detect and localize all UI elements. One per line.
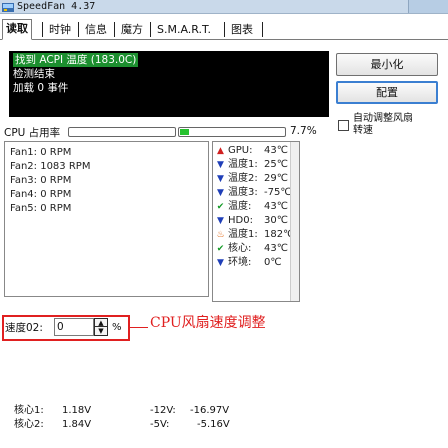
- temperature-list: ▲ GPU: 43℃ ▼ 温度1: 25℃ ▼ 温度2: 29℃ ▼ 温度3: -75℃ ✔ 温度…: [212, 141, 300, 302]
- annotation-connector: [130, 327, 148, 328]
- temp-label: HD0:: [228, 215, 253, 226]
- stepper-down-icon[interactable]: ▼: [95, 327, 107, 335]
- list-item: ▼ HD0: 30℃: [216, 214, 296, 228]
- temp-label: 温度1:: [228, 229, 258, 240]
- cpu-usage-bar-2-fill: [180, 129, 189, 135]
- list-item: ▲ GPU: 43℃: [216, 144, 296, 158]
- minimize-button[interactable]: 最小化: [336, 53, 438, 76]
- auto-fan-speed-label: 自动调整风扇: [353, 113, 413, 124]
- log-line: 加载 0 事件: [13, 82, 69, 94]
- arrow-down-icon: ▼: [217, 216, 224, 226]
- speedfan-app-icon: [2, 3, 14, 12]
- tab-smart[interactable]: S.M.A.R.T.: [154, 21, 214, 39]
- temp-label: 温度:: [228, 201, 252, 212]
- temperature-list-scrollbar[interactable]: [290, 142, 299, 301]
- list-item: Fan5: 0 RPM: [10, 203, 72, 214]
- temp-value: -75℃: [264, 187, 292, 198]
- voltage-value: 1.84V: [62, 419, 92, 430]
- temp-label: GPU:: [228, 145, 253, 156]
- cpu-usage-percent: 7.7%: [290, 125, 317, 137]
- tab-readings[interactable]: 读取: [2, 19, 32, 40]
- tab-strip-border: [0, 39, 448, 40]
- list-item: Fan2: 1083 RPM: [10, 161, 91, 172]
- tab-clock[interactable]: 时钟: [46, 21, 74, 39]
- auto-fan-speed-label-2: 转速: [353, 125, 373, 136]
- log-line: 找到 ACPI 温度 (183.0C): [13, 53, 325, 67]
- temp-label: 温度2:: [228, 173, 258, 184]
- title-bar: SpeedFan 4.37: [0, 0, 448, 14]
- window-controls[interactable]: [408, 0, 448, 13]
- stepper-up-icon[interactable]: ▲: [95, 319, 107, 327]
- voltage-value: -5.16V: [197, 419, 230, 430]
- tab-separator: [114, 22, 115, 37]
- temp-value: 29℃: [264, 173, 288, 184]
- list-item: ✔ 核心: 43℃: [216, 242, 296, 256]
- tab-charts[interactable]: 图表: [228, 21, 256, 39]
- cpu-usage-bar-2: [178, 127, 286, 137]
- voltage-label: 核心2:: [14, 419, 44, 430]
- tab-magic[interactable]: 魔方: [118, 21, 146, 39]
- voltage-value: 1.18V: [62, 405, 92, 416]
- log-line-text: 找到 ACPI 温度 (183.0C): [13, 53, 139, 67]
- temp-value: 43℃: [264, 201, 288, 212]
- arrow-up-icon: ▲: [217, 146, 224, 156]
- fan-speed-list: Fan1: 0 RPM Fan2: 1083 RPM Fan3: 0 RPM F…: [4, 141, 209, 297]
- fan-speed-input[interactable]: 0: [54, 318, 94, 336]
- temp-value: 43℃: [264, 145, 288, 156]
- fan-speed-stepper[interactable]: ▲ ▼: [94, 318, 108, 336]
- temp-label: 温度3:: [228, 187, 258, 198]
- list-item: ▼ 温度2: 29℃: [216, 172, 296, 186]
- temp-value: 43℃: [264, 243, 288, 254]
- arrow-down-icon: ▼: [217, 258, 224, 268]
- speed-control-label: 速度02:: [5, 322, 43, 334]
- temp-value: 25℃: [264, 159, 288, 170]
- event-log: 找到 ACPI 温度 (183.0C) 检测结束 加载 0 事件: [9, 51, 329, 117]
- list-item: Fan4: 0 RPM: [10, 189, 72, 200]
- list-item: ♨ 温度1: 182℃: [216, 228, 296, 242]
- cpu-usage-bar-1: [68, 127, 176, 137]
- tab-info[interactable]: 信息: [82, 21, 110, 39]
- voltage-label: -5V:: [150, 419, 170, 430]
- voltage-label: -12V:: [150, 405, 176, 416]
- check-icon: ✔: [216, 202, 225, 212]
- tab-separator: [42, 22, 43, 37]
- temp-label: 环境:: [228, 257, 252, 268]
- list-item: Fan1: 0 RPM: [10, 147, 72, 158]
- list-item: ▼ 温度1: 25℃: [216, 158, 296, 172]
- arrow-down-icon: ▼: [217, 160, 224, 170]
- tab-separator: [78, 22, 79, 37]
- list-item: ▼ 环境: 0℃: [216, 256, 296, 270]
- fire-icon: ♨: [216, 230, 225, 240]
- temp-value: 0℃: [264, 257, 282, 268]
- arrow-down-icon: ▼: [217, 188, 224, 198]
- list-item: ▼ 温度3: -75℃: [216, 186, 296, 200]
- configure-button[interactable]: 配置: [336, 81, 438, 104]
- voltage-label: 核心1:: [14, 405, 44, 416]
- arrow-down-icon: ▼: [217, 174, 224, 184]
- list-item: ✔ 温度: 43℃: [216, 200, 296, 214]
- tab-separator: [224, 22, 225, 37]
- speed-unit: %: [112, 322, 122, 333]
- list-item: Fan3: 0 RPM: [10, 175, 72, 186]
- annotation-text: CPU风扇速度调整: [150, 315, 266, 331]
- cpu-usage-label: CPU 占用率: [4, 127, 61, 139]
- temp-value: 30℃: [264, 215, 288, 226]
- tab-separator: [262, 22, 263, 37]
- check-icon: ✔: [216, 244, 225, 254]
- temp-label: 核心:: [228, 243, 252, 254]
- auto-fan-speed-checkbox[interactable]: [338, 120, 349, 131]
- window-title: SpeedFan 4.37: [17, 1, 96, 12]
- temp-label: 温度1:: [228, 159, 258, 170]
- voltage-value: -16.97V: [190, 405, 230, 416]
- tab-separator: [150, 22, 151, 37]
- log-line: 检测结束: [13, 68, 55, 80]
